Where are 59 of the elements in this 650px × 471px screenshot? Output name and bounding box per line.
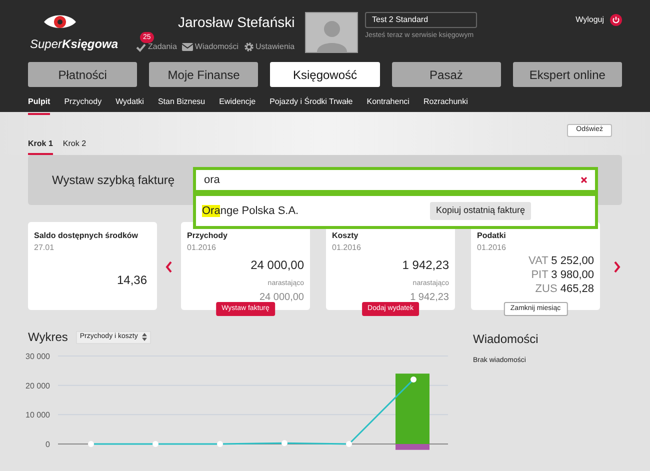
logo-text: SuperKsięgowa: [30, 36, 118, 53]
main-nav-tab[interactable]: Moje Finanse: [149, 62, 258, 87]
copy-invoice-button[interactable]: Kopiuj ostatnią fakturę: [430, 202, 532, 220]
user-name: Jarosław Stefański: [178, 13, 296, 32]
cumulative-amount: 1 942,23: [410, 290, 449, 304]
chevron-right-icon[interactable]: [613, 261, 621, 273]
main-nav-tab[interactable]: Płatności: [28, 62, 138, 87]
power-icon: [610, 14, 622, 26]
check-icon: [136, 42, 146, 52]
card-amount: 24 000,00: [250, 257, 304, 274]
chart-point: [282, 440, 288, 446]
sub-nav-tab[interactable]: Stan Biznesu: [158, 93, 206, 115]
quick-invoice-label: Wystaw szybką fakturę: [52, 172, 176, 189]
chart-point: [152, 441, 158, 447]
card-date: 01.2016: [477, 242, 507, 254]
logout-button[interactable]: Wyloguj: [576, 14, 622, 26]
tax-amount: VAT 5 252,00: [528, 254, 594, 268]
axis-tick-label: 0: [46, 440, 50, 449]
axis-tick-label: 30 000: [26, 352, 50, 361]
messages-title: Wiadomości: [473, 331, 538, 348]
envelope-icon: [182, 43, 193, 51]
sub-nav-tab[interactable]: Rozrachunki: [423, 93, 468, 115]
card-title: Przychody: [187, 230, 228, 242]
clear-icon[interactable]: [581, 177, 587, 183]
card-amount: 1 942,23: [402, 257, 449, 274]
card-title: Saldo dostępnych środków: [34, 230, 140, 242]
card-amount: 14,36: [116, 272, 147, 289]
gear-icon: [244, 42, 254, 52]
chart-point: [346, 441, 352, 447]
sub-nav-tab[interactable]: Kontrahenci: [366, 93, 410, 115]
chart-point: [217, 441, 223, 447]
chart-point: [88, 441, 94, 447]
card-date: 01.2016: [332, 242, 362, 254]
main-nav-tab[interactable]: Pasaż: [392, 62, 501, 87]
select-arrows-icon: [142, 333, 147, 341]
header-link[interactable]: Zadania: [136, 41, 177, 53]
card-date: 01.2016: [187, 242, 217, 254]
chart-point: [410, 376, 416, 382]
step-tab[interactable]: Krok 2: [62, 138, 86, 155]
sub-nav-tab[interactable]: Pojazdy i Środki Trwałe: [270, 93, 353, 115]
card-title: Podatki: [477, 230, 507, 242]
header-link[interactable]: Ustawienia: [244, 41, 295, 53]
main-nav-tab[interactable]: Ekspert online: [512, 62, 622, 87]
chevron-left-icon[interactable]: [165, 261, 173, 273]
sub-nav-tab[interactable]: Przychody: [64, 93, 102, 115]
axis-tick-label: 10 000: [26, 410, 50, 420]
sub-nav-tab[interactable]: Wydatki: [116, 93, 144, 115]
axis-tick-label: 20 000: [26, 381, 50, 390]
account-select[interactable]: Test 2 Standard: [365, 12, 477, 28]
sub-nav-tab[interactable]: Ewidencje: [219, 93, 256, 115]
card-date: 27.01: [34, 242, 56, 254]
chart-title: Wykres: [28, 329, 68, 346]
card-title: Koszty: [332, 230, 360, 242]
tax-amount: ZUS 465,28: [535, 282, 594, 296]
main-nav-tab[interactable]: Księgowość: [270, 62, 380, 87]
cumulative-amount: 24 000,00: [260, 290, 304, 304]
company-search-field[interactable]: ora: [193, 167, 598, 193]
header-link[interactable]: Wiadomości: [182, 41, 238, 53]
tax-amount: PIT 3 980,00: [531, 268, 594, 282]
